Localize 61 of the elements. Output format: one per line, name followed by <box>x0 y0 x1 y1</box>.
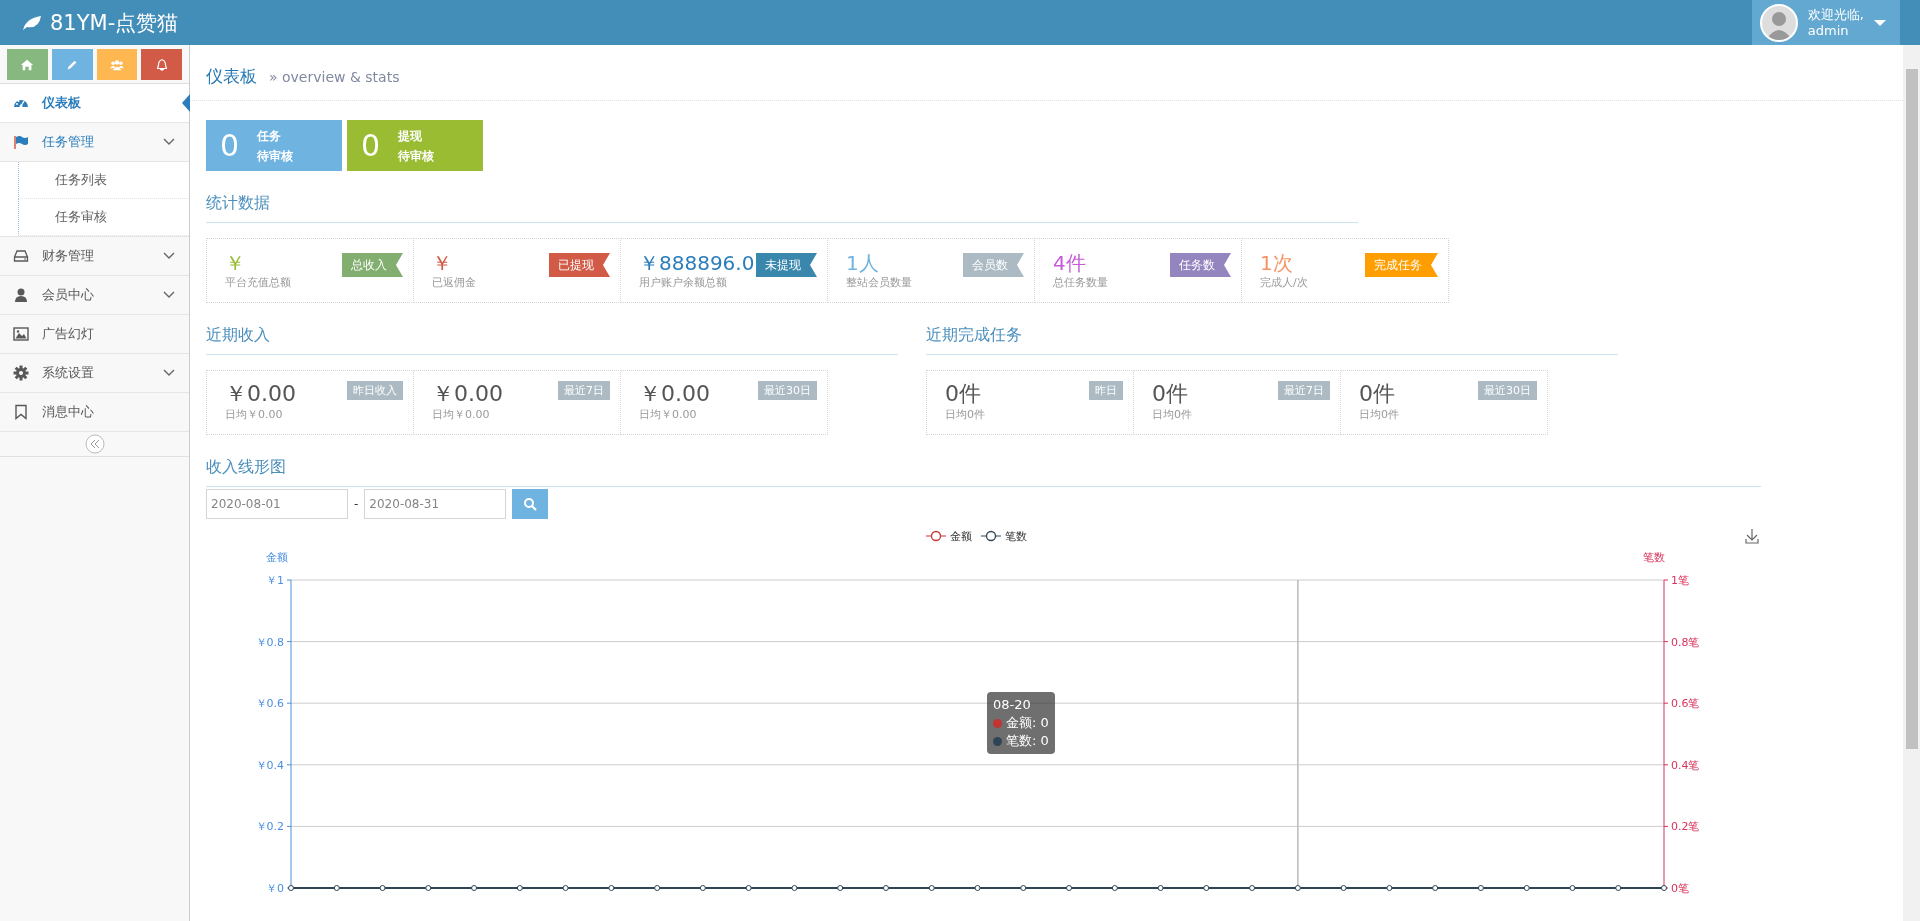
axis-tick-label: ￥0 <box>266 882 284 895</box>
stat-ribbon: 完成任务 <box>1365 253 1438 277</box>
period-tag: 昨日 <box>1089 381 1123 400</box>
username: admin <box>1807 22 1850 39</box>
stat-caption: 整站会员数量 <box>846 275 912 290</box>
page-subtitle: » overview & stats <box>269 69 400 85</box>
period-tag: 最近7日 <box>558 381 610 400</box>
axis-tick-label: ￥0.6 <box>255 697 284 711</box>
date-separator: - <box>354 497 359 511</box>
axis-title: 笔数 <box>1643 551 1665 564</box>
axis-tick-label: 0.4笔 <box>1671 758 1700 772</box>
axis-tick-label: ￥0.4 <box>255 758 284 772</box>
summary-caption: 日均0件 <box>1359 407 1399 422</box>
stat-ribbon: 会员数 <box>963 253 1024 277</box>
summary-value: ￥0.00 <box>225 381 296 407</box>
stat-caption: 总任务数量 <box>1053 275 1108 290</box>
stat-caption: 用户账户余额总额 <box>639 275 728 290</box>
summary-value: 0件 <box>1152 381 1189 407</box>
axis-tick-label: ￥0.2 <box>255 820 284 834</box>
stat-caption: 平台充值总额 <box>225 275 291 290</box>
axis-tick-label: 1笔 <box>1671 574 1689 587</box>
page-title: 仪表板 <box>206 65 257 88</box>
welcome-text: 欢迎光临, <box>1807 6 1864 23</box>
summary-caption: 日均￥0.00 <box>639 407 698 422</box>
summary-caption: 日均0件 <box>1152 407 1192 422</box>
section-title: 统计数据 <box>206 171 1358 223</box>
axis-tick-label: ￥0.8 <box>255 635 284 649</box>
stat-value: ￥888896.0 <box>639 251 755 275</box>
axis-tick-label: 0.8笔 <box>1671 635 1700 649</box>
stat-caption: 已返佣金 <box>432 275 476 290</box>
brand-title: 81YM-点赞猫 <box>50 9 179 37</box>
stat-value: ￥ <box>432 251 453 275</box>
axis-tick-label: 0.6笔 <box>1671 697 1700 711</box>
stat-value: ￥ <box>225 251 246 275</box>
axis-title: 金额 <box>266 551 288 564</box>
summary-caption: 日均￥0.00 <box>225 407 284 422</box>
period-tag: 昨日收入 <box>347 381 403 400</box>
stat-ribbon: 总收入 <box>342 253 403 277</box>
chart-tooltip: 08-20 金额: 0 笔数: 0 <box>987 692 1055 754</box>
stat-caption: 完成人/次 <box>1260 275 1308 290</box>
summary-value: ￥0.00 <box>639 381 710 407</box>
axis-tick-label: ￥1 <box>266 574 284 587</box>
stat-value: 1人 <box>846 251 880 275</box>
period-tag: 最近7日 <box>1278 381 1330 400</box>
stat-ribbon: 任务数 <box>1170 253 1231 277</box>
section-title: 近期完成任务 <box>926 303 1618 355</box>
axis-tick-label: 0笔 <box>1671 882 1689 895</box>
period-tag: 最近30日 <box>758 381 817 400</box>
summary-caption: 日均0件 <box>945 407 985 422</box>
stat-ribbon: 已提现 <box>549 253 610 277</box>
stat-ribbon: 未提现 <box>756 253 817 277</box>
stat-value: 1次 <box>1260 251 1294 275</box>
summary-value: 0件 <box>945 381 982 407</box>
axis-tick-label: 0.2笔 <box>1671 820 1700 834</box>
summary-caption: 日均￥0.00 <box>432 407 491 422</box>
summary-value: 0件 <box>1359 381 1396 407</box>
stat-value: 4件 <box>1053 251 1087 275</box>
section-title: 近期收入 <box>206 303 898 355</box>
period-tag: 最近30日 <box>1478 381 1537 400</box>
summary-value: ￥0.00 <box>432 381 503 407</box>
section-title: 收入线形图 <box>206 435 1761 487</box>
